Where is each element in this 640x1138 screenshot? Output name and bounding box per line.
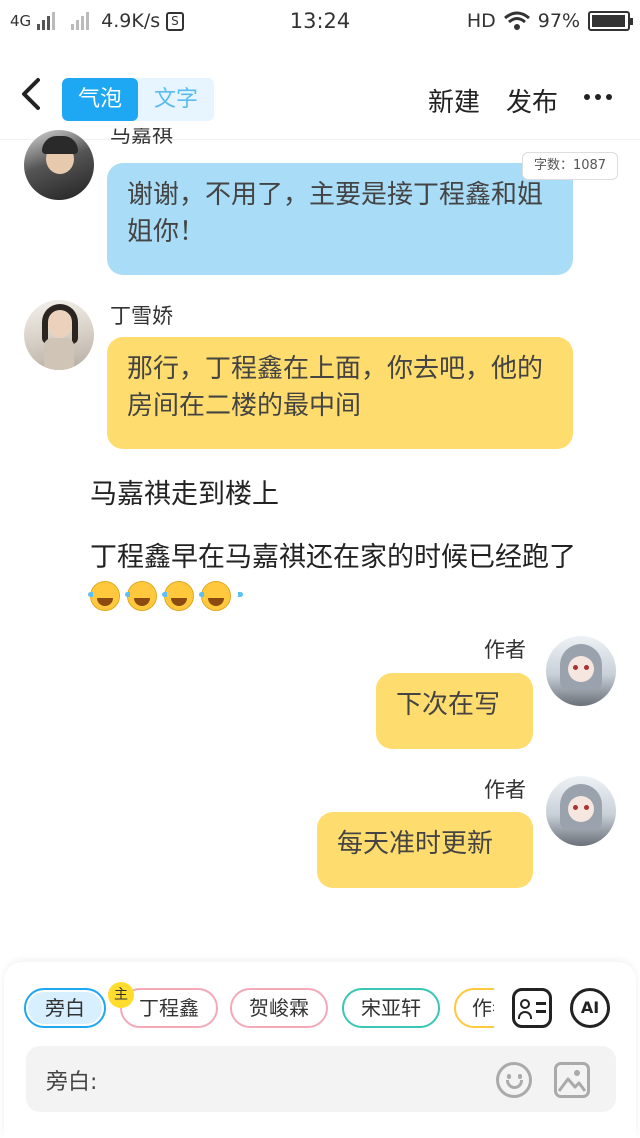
laugh-cry-emoji-icon <box>199 581 243 611</box>
character-chip-dingchengxin[interactable]: 丁程鑫 <box>120 988 218 1028</box>
character-selector: 旁白 丁程鑫 贺峻霖 宋亚轩 作者 <box>24 988 494 1028</box>
author-avatar[interactable] <box>546 776 616 846</box>
back-arrow-icon[interactable] <box>14 74 50 114</box>
battery-icon <box>588 11 633 31</box>
image-icon[interactable] <box>554 1062 590 1098</box>
narration-block[interactable]: 丁程鑫早在马嘉祺还在家的时候已经跑了 <box>24 538 604 618</box>
hd-label: HD <box>466 10 496 32</box>
message-bubble[interactable]: 谢谢，不用了，主要是接丁程鑫和姐姐你！ <box>107 163 573 275</box>
narration-text: 丁程鑫早在马嘉祺还在家的时候已经跑了 <box>90 542 576 573</box>
input-speaker-label: 旁白: <box>46 1070 98 1095</box>
status-right: HD 97% <box>466 10 633 32</box>
character-chip-author[interactable]: 作者 <box>454 988 494 1028</box>
ai-button[interactable]: AI <box>570 988 610 1028</box>
message-bubble[interactable]: 每天准时更新 <box>317 812 533 888</box>
character-chip-hejunlin[interactable]: 贺峻霖 <box>230 988 328 1028</box>
mode-switch: 气泡 文字 <box>62 78 214 121</box>
speaker-name: 马嘉祺 <box>110 128 173 147</box>
speaker-name: 作者 <box>484 638 526 662</box>
speaker-name: 作者 <box>484 778 526 802</box>
battery-percent: 97% <box>537 10 580 32</box>
status-bar: 4G 4.9K/s S 13:24 HD 97% <box>0 0 640 44</box>
tab-bubble[interactable]: 气泡 <box>62 78 138 121</box>
author-avatar[interactable] <box>546 636 616 706</box>
message-bubble[interactable]: 下次在写 <box>376 673 533 749</box>
publish-button[interactable]: 发布 <box>506 82 558 119</box>
main-character-badge: 主 <box>108 982 134 1008</box>
avatar[interactable] <box>24 130 94 200</box>
top-bar: 气泡 文字 新建 发布 <box>0 60 640 140</box>
emoji-icon[interactable] <box>496 1062 532 1098</box>
laugh-cry-emoji-icon <box>125 581 169 611</box>
word-count-badge: 字数：1087 <box>522 152 618 180</box>
character-list-icon[interactable] <box>512 988 552 1028</box>
laugh-cry-emoji-group <box>88 581 243 613</box>
tab-text[interactable]: 文字 <box>138 78 214 121</box>
avatar[interactable] <box>24 300 94 370</box>
narration-text[interactable]: 马嘉祺走到楼上 <box>90 475 279 515</box>
speaker-name: 丁雪娇 <box>110 304 173 328</box>
more-icon[interactable] <box>584 94 612 100</box>
laugh-cry-emoji-icon <box>162 581 206 611</box>
character-chip-songyaxuan[interactable]: 宋亚轩 <box>342 988 440 1028</box>
message-input[interactable]: 旁白: <box>26 1046 616 1112</box>
message-bubble[interactable]: 那行，丁程鑫在上面，你去吧，他的房间在二楼的最中间 <box>107 337 573 449</box>
laugh-cry-emoji-icon <box>88 581 132 611</box>
wifi-icon <box>503 11 530 30</box>
new-button[interactable]: 新建 <box>428 82 480 119</box>
character-chip-narrator[interactable]: 旁白 <box>24 988 106 1028</box>
